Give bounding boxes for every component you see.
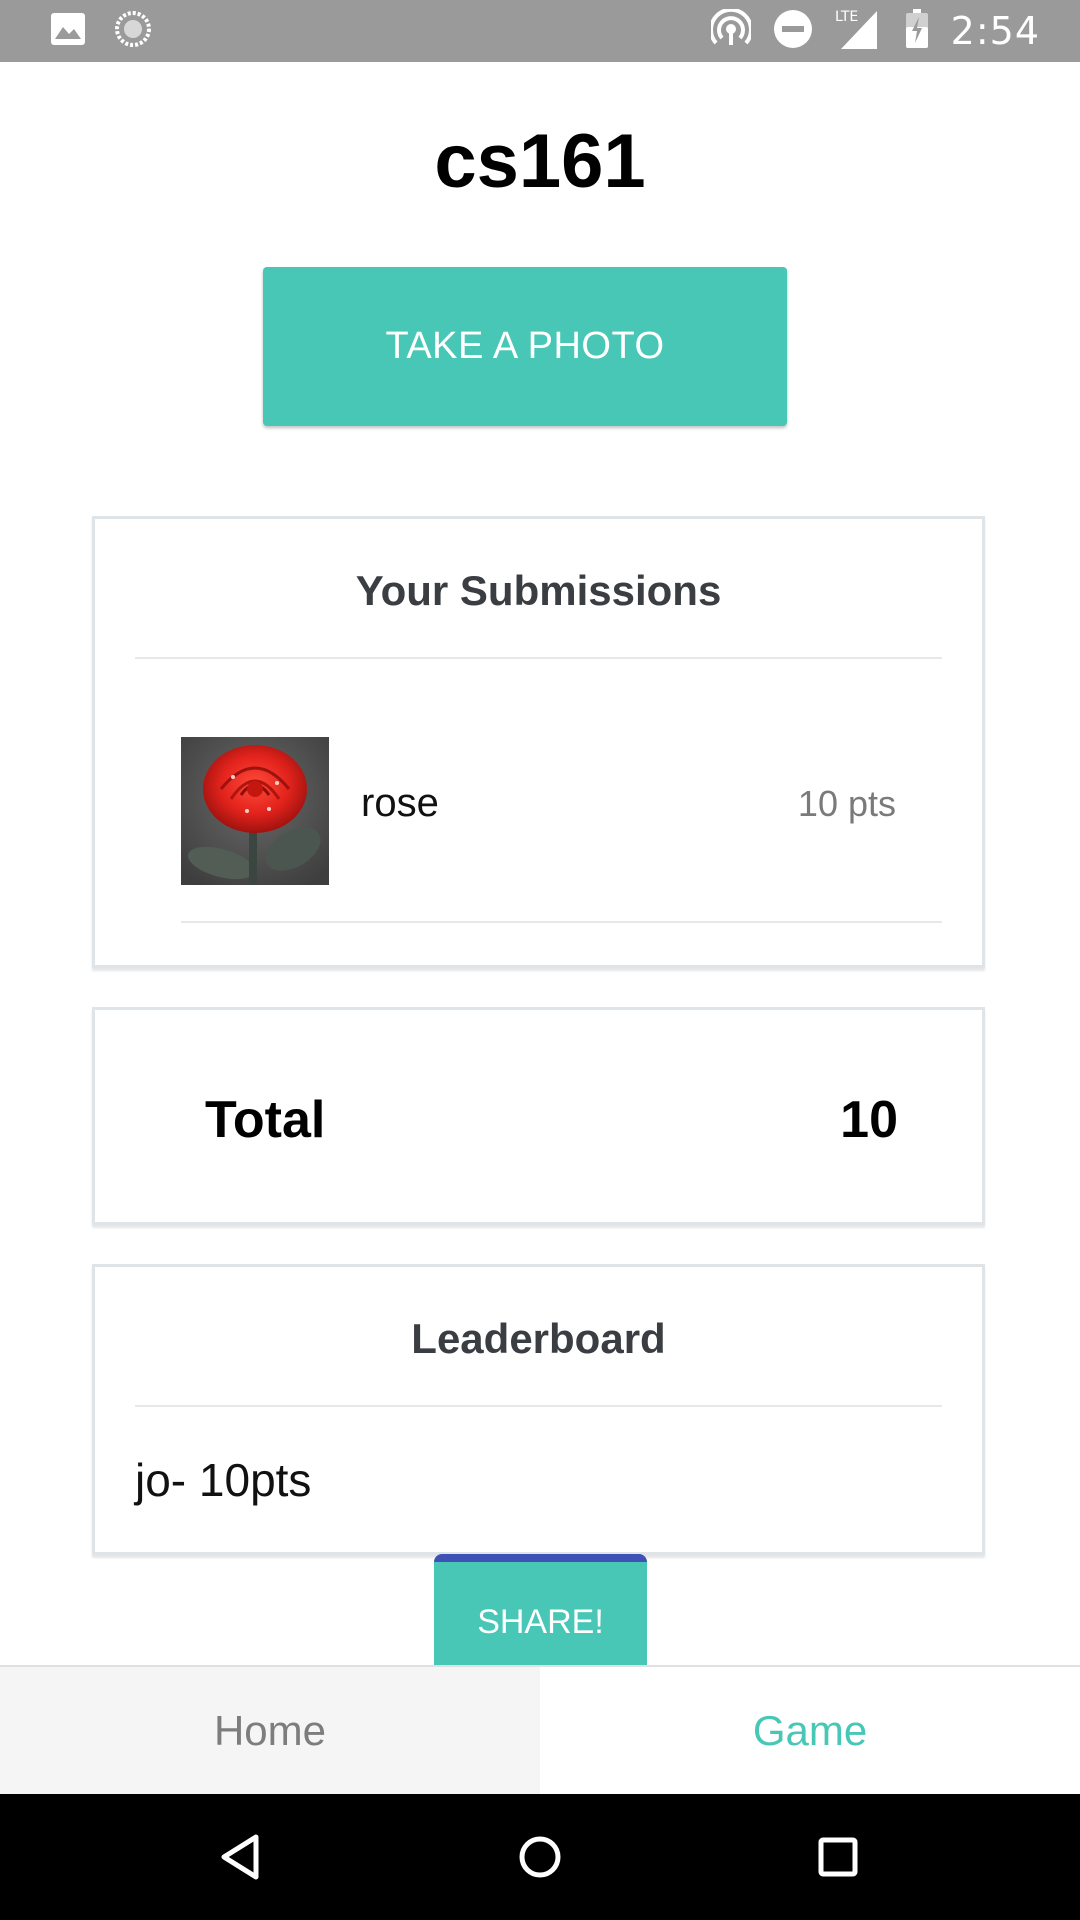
rose-thumbnail bbox=[181, 737, 329, 885]
hotspot-icon bbox=[708, 7, 753, 54]
leaderboard-header-divider bbox=[135, 1405, 942, 1407]
bottom-tab-bar: Home Game bbox=[0, 1665, 1080, 1794]
sync-icon bbox=[114, 10, 152, 53]
page-title: cs161 bbox=[434, 119, 646, 204]
share-button[interactable]: SHARE! bbox=[434, 1554, 647, 1666]
signal-icon: LTE bbox=[835, 7, 883, 56]
submissions-card: Your Submissions rose 10 pts bbox=[92, 516, 985, 968]
take-photo-button[interactable]: TAKE A PHOTO bbox=[263, 267, 787, 426]
system-nav-bar bbox=[0, 1794, 1080, 1920]
battery-icon bbox=[905, 8, 929, 54]
total-card: Total 10 bbox=[92, 1007, 985, 1225]
dnd-icon bbox=[773, 9, 813, 54]
tab-game[interactable]: Game bbox=[540, 1667, 1080, 1794]
tab-home[interactable]: Home bbox=[0, 1667, 540, 1794]
recents-icon[interactable] bbox=[808, 1827, 868, 1887]
submission-row[interactable]: rose 10 pts bbox=[181, 737, 942, 897]
back-icon[interactable] bbox=[212, 1827, 272, 1887]
total-value: 10 bbox=[840, 1091, 898, 1149]
status-bar: LTE 2:54 bbox=[0, 0, 1080, 62]
total-label: Total bbox=[205, 1091, 326, 1149]
submission-points: 10 pts bbox=[797, 783, 896, 824]
home-circle-icon[interactable] bbox=[510, 1827, 570, 1887]
submission-name: rose bbox=[361, 781, 439, 825]
leaderboard-title: Leaderboard bbox=[411, 1315, 666, 1362]
submission-row-divider bbox=[181, 921, 942, 923]
network-label: LTE bbox=[835, 9, 858, 25]
leaderboard-card: Leaderboard jo- 10pts bbox=[92, 1264, 985, 1555]
app-screen: LTE 2:54 cs161 TAKE A PHOTO Your Submiss… bbox=[0, 0, 1080, 1920]
submissions-header-divider bbox=[135, 657, 942, 659]
leaderboard-entry: jo- 10pts bbox=[135, 1454, 312, 1506]
submissions-title: Your Submissions bbox=[355, 567, 722, 614]
image-icon bbox=[50, 12, 86, 51]
clock: 2:54 bbox=[950, 9, 1040, 53]
rose-photo bbox=[181, 737, 329, 885]
